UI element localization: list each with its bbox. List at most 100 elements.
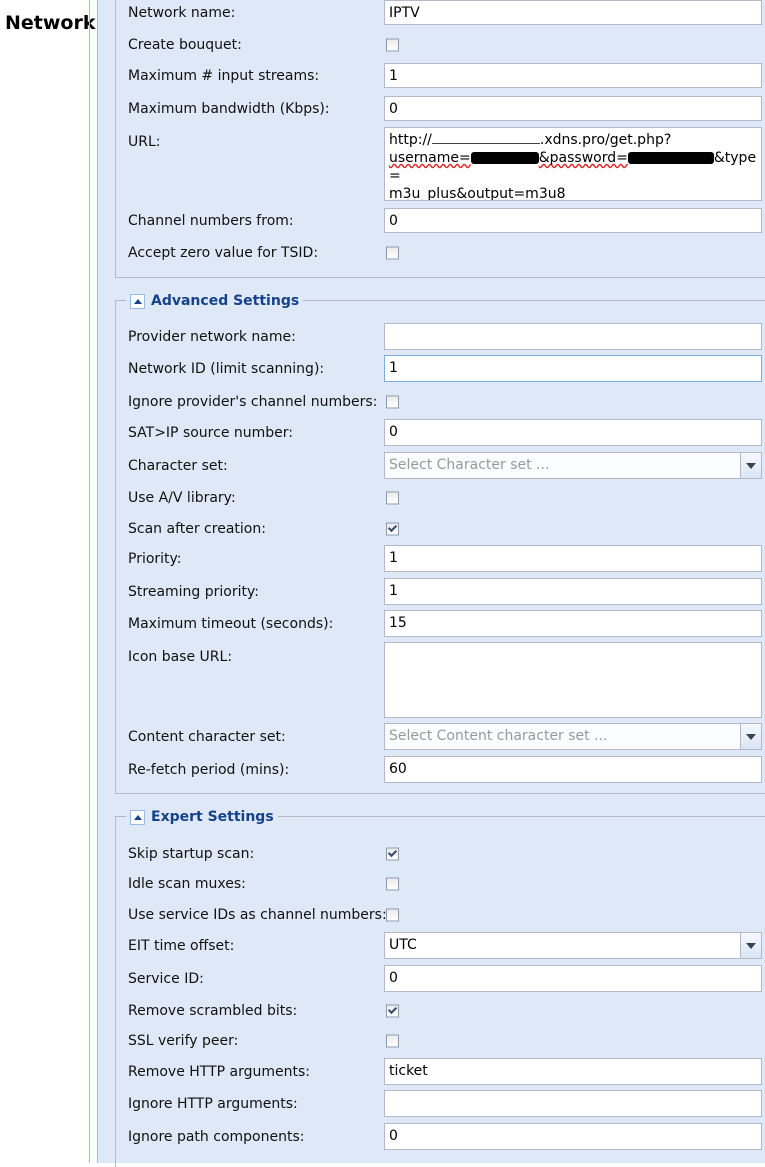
row-scan-after-creation: Scan after creation: xyxy=(116,516,765,541)
skip-startup-scan-checkbox[interactable] xyxy=(386,847,399,860)
ignore-http-arguments-input[interactable] xyxy=(384,1090,762,1117)
row-ignore-http-arguments: Ignore HTTP arguments: xyxy=(116,1090,765,1117)
expert-settings-legend: Expert Settings xyxy=(126,807,278,827)
remove-scrambled-bits-checkbox[interactable] xyxy=(386,1004,399,1017)
ignore-channel-numbers-checkbox[interactable] xyxy=(386,395,399,408)
network-id-label: Network ID (limit scanning): xyxy=(128,360,325,377)
service-id-label: Service ID: xyxy=(128,970,204,987)
skip-startup-scan-label: Skip startup scan: xyxy=(128,845,255,862)
advanced-settings-legend: Advanced Settings xyxy=(126,291,304,311)
character-set-combo[interactable]: Select Character set ... xyxy=(384,452,762,479)
priority-label: Priority: xyxy=(128,550,182,567)
eit-time-offset-combo[interactable]: UTC xyxy=(384,932,762,959)
ignore-channel-numbers-label: Ignore provider's channel numbers: xyxy=(128,393,378,410)
row-idle-scan-muxes: Idle scan muxes: xyxy=(116,871,765,896)
service-ids-channel-numbers-checkbox[interactable] xyxy=(386,908,399,921)
collapse-icon[interactable] xyxy=(130,809,145,825)
url-label: URL: xyxy=(128,134,161,150)
idle-scan-muxes-checkbox[interactable] xyxy=(386,877,399,890)
create-bouquet-label: Create bouquet: xyxy=(128,36,242,53)
max-bandwidth-input[interactable]: 0 xyxy=(384,96,762,121)
row-max-input-streams: Maximum # input streams: 1 xyxy=(116,63,765,88)
row-skip-startup-scan: Skip startup scan: xyxy=(116,841,765,866)
satip-source-input[interactable]: 0 xyxy=(384,419,762,446)
max-input-streams-label: Maximum # input streams: xyxy=(128,67,320,84)
redacted-password xyxy=(627,152,714,164)
service-id-input[interactable]: 0 xyxy=(384,965,762,992)
row-service-ids-channel-numbers: Use service IDs as channel numbers: xyxy=(116,902,765,927)
row-character-set: Character set: Select Character set ... xyxy=(116,452,765,479)
url-part-3: username= xyxy=(389,150,471,166)
row-ignore-channel-numbers: Ignore provider's channel numbers: xyxy=(116,389,765,414)
service-ids-channel-numbers-label: Use service IDs as channel numbers: xyxy=(128,906,387,923)
url-textarea[interactable]: http:// .xdns.pro/get.php? username= &pass… xyxy=(384,127,762,201)
ignore-path-components-label: Ignore path components: xyxy=(128,1128,305,1145)
row-network-id: Network ID (limit scanning): 1 xyxy=(116,355,765,382)
remove-http-arguments-input[interactable]: ticket xyxy=(384,1058,762,1085)
advanced-settings-title: Advanced Settings xyxy=(151,293,300,309)
use-av-library-checkbox[interactable] xyxy=(386,491,399,504)
character-set-placeholder: Select Character set ... xyxy=(389,457,550,473)
accept-zero-tsid-label: Accept zero value for TSID: xyxy=(128,244,319,261)
channel-numbers-from-input[interactable]: 0 xyxy=(384,208,762,233)
streaming-priority-label: Streaming priority: xyxy=(128,583,259,600)
remove-http-arguments-label: Remove HTTP arguments: xyxy=(128,1063,311,1080)
row-ssl-verify-peer: SSL verify peer: xyxy=(116,1028,765,1053)
row-remove-scrambled-bits: Remove scrambled bits: xyxy=(116,998,765,1023)
row-icon-base-url: Icon base URL: xyxy=(116,642,765,718)
accept-zero-tsid-checkbox[interactable] xyxy=(386,246,399,259)
channel-numbers-from-label: Channel numbers from: xyxy=(128,212,294,229)
row-refetch-period: Re-fetch period (mins): 60 xyxy=(116,756,765,783)
row-service-id: Service ID: 0 xyxy=(116,965,765,992)
chevron-down-icon[interactable] xyxy=(740,453,761,478)
icon-base-url-textarea[interactable] xyxy=(384,642,762,718)
ssl-verify-peer-checkbox[interactable] xyxy=(386,1034,399,1047)
provider-network-name-label: Provider network name: xyxy=(128,328,296,345)
chevron-down-icon[interactable] xyxy=(740,933,761,958)
streaming-priority-input[interactable]: 1 xyxy=(384,578,762,605)
max-timeout-label: Maximum timeout (seconds): xyxy=(128,615,334,632)
use-av-library-label: Use A/V library: xyxy=(128,489,236,506)
url-part-1: http:// xyxy=(389,132,432,148)
max-input-streams-input[interactable]: 1 xyxy=(384,63,762,88)
network-form-panel: Network name: IPTV Create bouquet: Maxim… xyxy=(98,0,765,1167)
row-priority: Priority: 1 xyxy=(116,545,765,572)
collapse-icon[interactable] xyxy=(130,293,145,309)
ignore-http-arguments-label: Ignore HTTP arguments: xyxy=(128,1095,298,1112)
priority-input[interactable]: 1 xyxy=(384,545,762,572)
create-bouquet-checkbox[interactable] xyxy=(386,38,399,51)
row-create-bouquet: Create bouquet: xyxy=(116,32,765,57)
satip-source-label: SAT>IP source number: xyxy=(128,424,293,441)
refetch-period-label: Re-fetch period (mins): xyxy=(128,761,290,778)
row-remove-http-arguments: Remove HTTP arguments: ticket xyxy=(116,1058,765,1085)
row-use-av-library: Use A/V library: xyxy=(116,485,765,510)
chevron-down-icon[interactable] xyxy=(740,724,761,749)
remove-scrambled-bits-label: Remove scrambled bits: xyxy=(128,1002,298,1019)
character-set-label: Character set: xyxy=(128,457,228,474)
network-name-label: Network name: xyxy=(128,4,236,21)
icon-base-url-label: Icon base URL: xyxy=(128,649,233,665)
network-id-input[interactable]: 1 xyxy=(384,355,762,382)
ignore-path-components-input[interactable]: 0 xyxy=(384,1123,762,1150)
row-streaming-priority: Streaming priority: 1 xyxy=(116,578,765,605)
row-channel-numbers-from: Channel numbers from: 0 xyxy=(116,208,765,233)
content-character-set-combo[interactable]: Select Content character set ... xyxy=(384,723,762,750)
scan-after-creation-checkbox[interactable] xyxy=(386,522,399,535)
general-fieldset: Network name: IPTV Create bouquet: Maxim… xyxy=(115,0,765,278)
row-ignore-path-components: Ignore path components: 0 xyxy=(116,1123,765,1150)
network-name-input[interactable]: IPTV xyxy=(384,0,762,25)
row-url: URL: http:// .xdns.pro/get.php? username=… xyxy=(116,127,765,201)
ssl-verify-peer-label: SSL verify peer: xyxy=(128,1032,239,1049)
expert-settings-title: Expert Settings xyxy=(151,809,274,825)
row-satip-source: SAT>IP source number: 0 xyxy=(116,419,765,446)
sidebar-divider xyxy=(89,0,90,1163)
row-content-character-set: Content character set: Select Content ch… xyxy=(116,723,765,750)
url-part-6: m3u_plus&output=m3u8 xyxy=(389,186,566,201)
content-character-set-label: Content character set: xyxy=(128,728,286,745)
row-eit-time-offset: EIT time offset: UTC xyxy=(116,932,765,959)
provider-network-name-input[interactable] xyxy=(384,323,762,350)
max-bandwidth-label: Maximum bandwidth (Kbps): xyxy=(128,100,330,117)
refetch-period-input[interactable]: 60 xyxy=(384,756,762,783)
max-timeout-input[interactable]: 15 xyxy=(384,610,762,637)
redacted-host xyxy=(431,143,540,144)
